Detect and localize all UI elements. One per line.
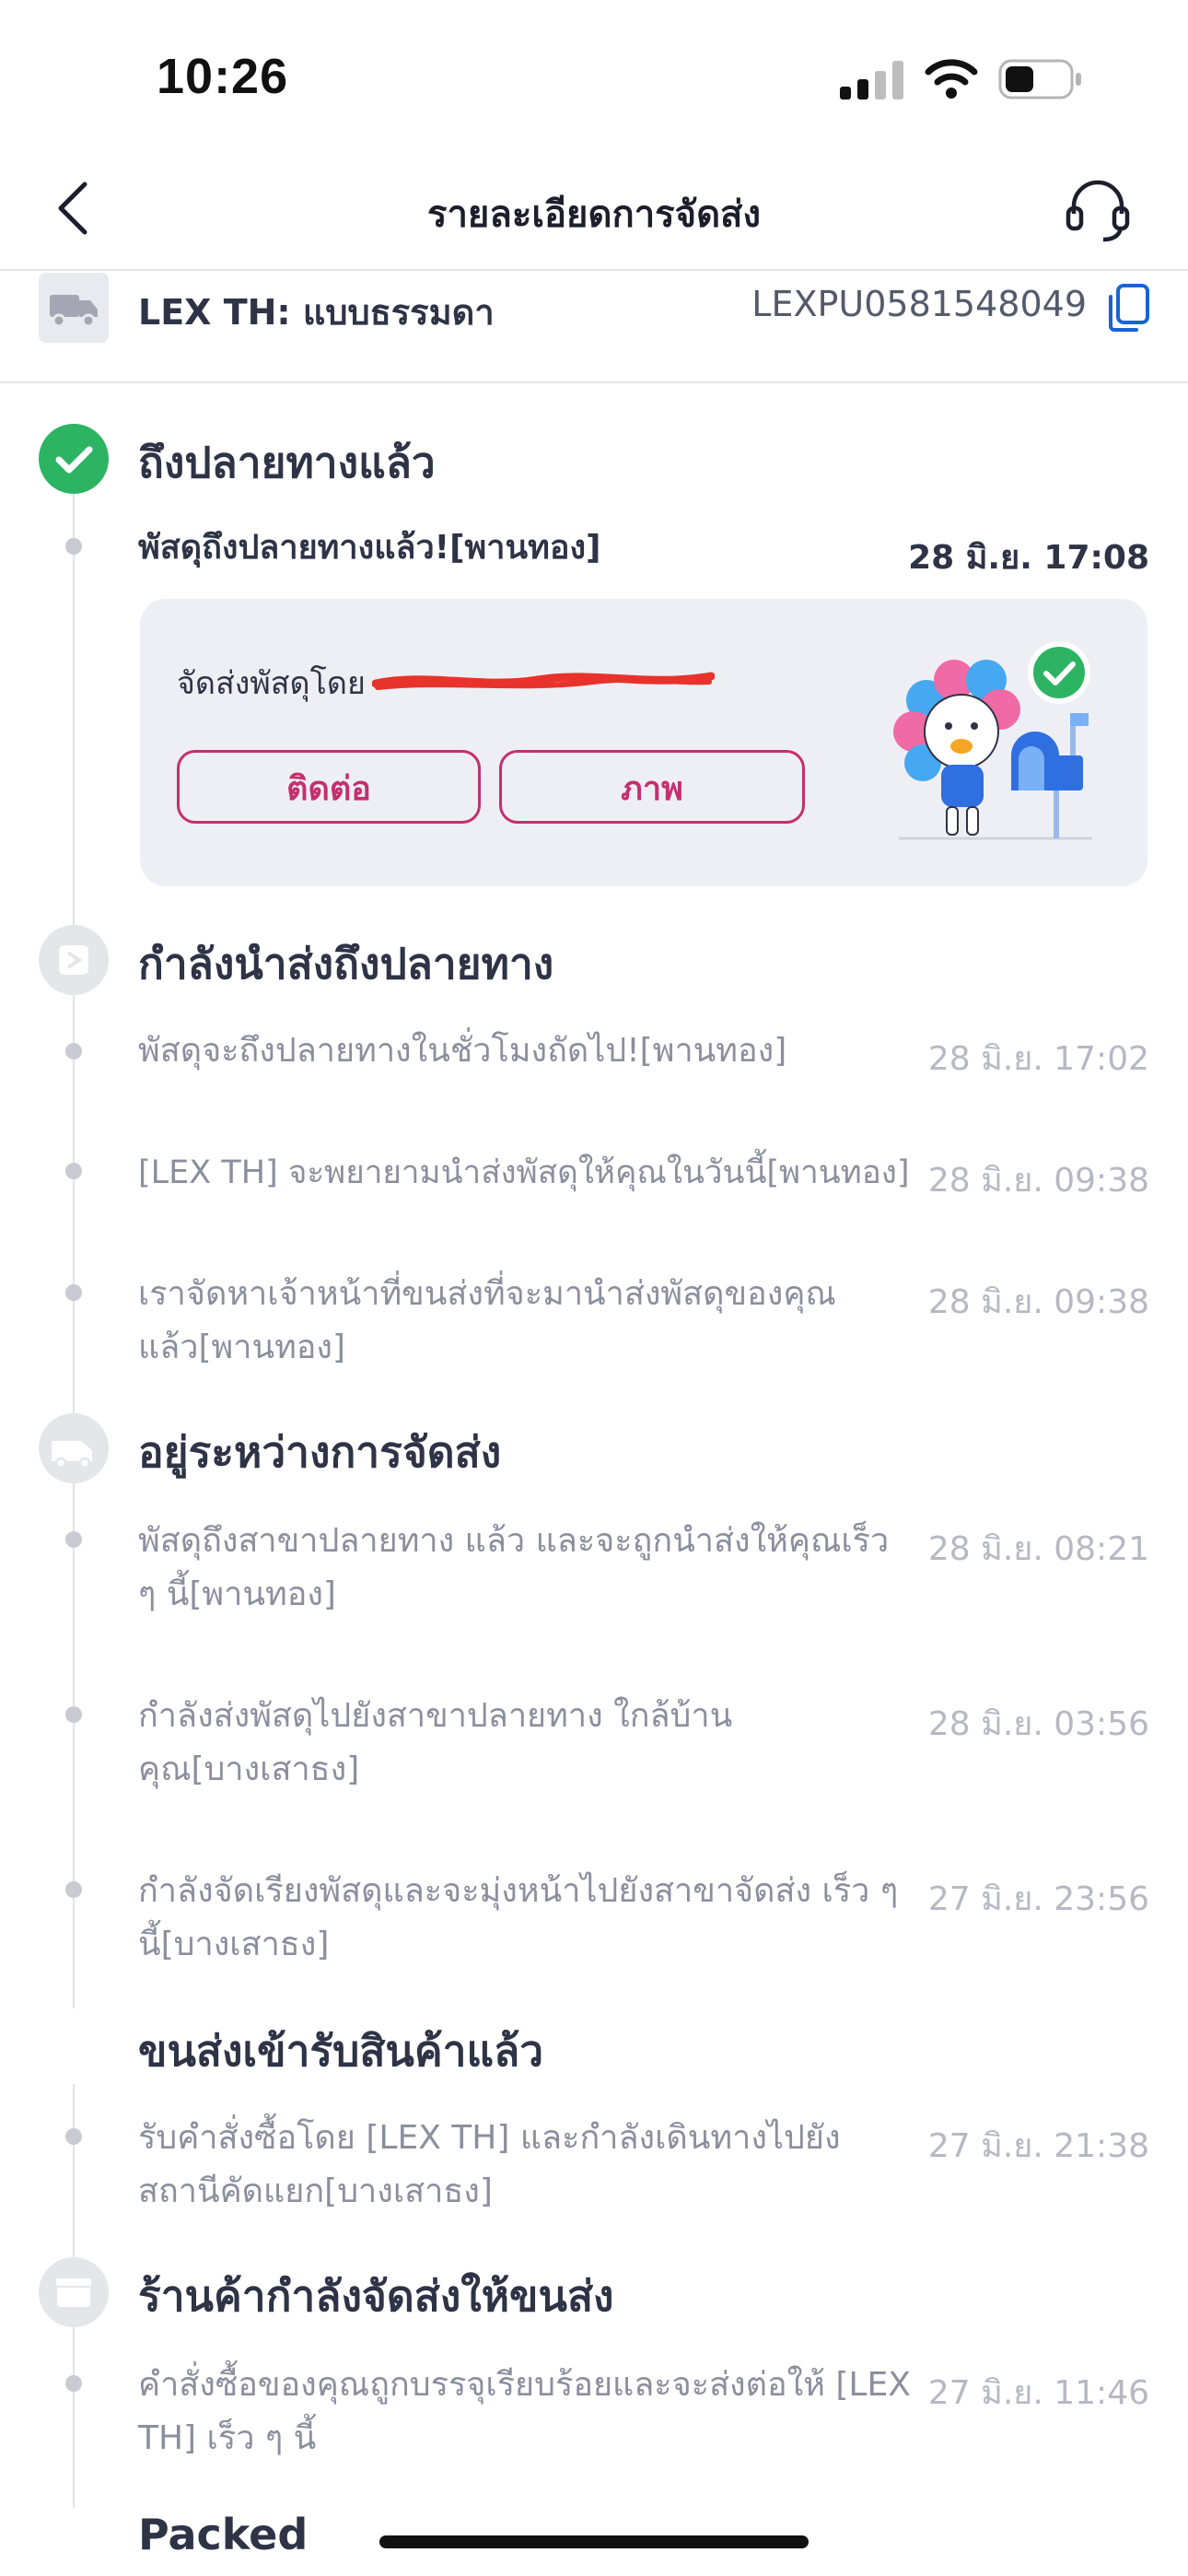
truck-icon [39, 273, 109, 343]
event-time: 28 มิ.ย. 09:38 [927, 1162, 1149, 1200]
event-text: เราจัดหาเจ้าหน้าที่ขนส่งที่จะมานำส่งพัสด… [138, 1275, 836, 1366]
timeline-dot [65, 2128, 82, 2145]
timeline-dot [65, 1284, 82, 1301]
timeline-line [73, 488, 75, 2008]
timeline-dot [65, 1531, 82, 1548]
section-title-out-for-delivery: กำลังนำส่งถึงปลายทาง [138, 939, 554, 989]
copy-icon[interactable] [1105, 282, 1151, 334]
event-text: รับคำสั่งซื้อโดย [LEX TH] และกำลังเดินทา… [138, 2119, 841, 2210]
event-text: กำลังจัดเรียงพัสดุและจะมุ่งหน้าไปยังสาขา… [138, 1872, 899, 1963]
signal-icon [840, 61, 903, 100]
timeline-dot [65, 1881, 82, 1898]
timeline-dot [65, 2375, 82, 2392]
contact-button[interactable]: ติดต่อ [177, 750, 481, 824]
battery-icon [998, 59, 1081, 100]
timeline-dot [65, 1163, 82, 1179]
event-time: 27 มิ.ย. 11:46 [927, 2374, 1149, 2412]
package-delivery-icon [39, 925, 109, 995]
event-time: 28 มิ.ย. 03:56 [927, 1705, 1149, 1743]
box-icon [39, 2257, 109, 2327]
timeline-dot [65, 1043, 82, 1060]
event-time: 27 มิ.ย. 23:56 [927, 1880, 1149, 1918]
carrier-name: LEX TH: แบบธรรมดา [138, 292, 495, 333]
event-text: กำลังส่งพัสดุไปยังสาขาปลายทาง ใกล้บ้านคุ… [138, 1697, 733, 1788]
van-icon [39, 1413, 109, 1483]
redaction-mark [372, 672, 715, 690]
section-title-seller-shipping: ร้านค้ากำลังจัดส่งให้ขนส่ง [138, 2271, 614, 2321]
event-text: พัสดุถึงสาขาปลายทาง แล้ว และจะถูกนำส่งให… [138, 1522, 890, 1613]
event-time: 28 มิ.ย. 17:02 [927, 1040, 1149, 1078]
section-title-delivered: ถึงปลายทางแล้ว [138, 438, 436, 487]
status-time: 10:26 [157, 49, 289, 104]
section-title-picked-up: ขนส่งเข้ารับสินค้าแล้ว [138, 2026, 544, 2076]
event-time: 28 มิ.ย. 17:08 [908, 539, 1149, 577]
section-title-in-transit: อยู่ระหว่างการจัดส่ง [138, 1427, 502, 1477]
section-title-packed: Packed [138, 2510, 309, 2559]
photo-button[interactable]: ภาพ [499, 750, 805, 824]
tracking-number: LEXPU0581548049 [751, 284, 1087, 324]
mascot-mailbox-illustration [893, 641, 1092, 840]
header-divider [0, 269, 1188, 271]
timeline-dot [65, 1706, 82, 1723]
headset-icon[interactable] [1061, 173, 1135, 247]
page-title: รายละเอียดการจัดส่ง [426, 193, 761, 236]
event-text: พัสดุถึงปลายทางแล้ว![พานทอง] [138, 529, 601, 567]
timeline-dot [65, 538, 82, 555]
carrier-divider [0, 381, 1188, 383]
delivered-by-label: จัดส่งพัสดุโดย [177, 665, 366, 702]
event-time: 28 มิ.ย. 08:21 [927, 1530, 1149, 1568]
event-text: คำสั่งซื้อของคุณถูกบรรจุเรียบร้อยและจะส่… [138, 2366, 911, 2457]
wifi-icon [925, 59, 978, 99]
event-time: 28 มิ.ย. 09:38 [927, 1283, 1149, 1321]
event-text: [LEX TH] จะพยายามนำส่งพัสดุให้คุณในวันนี… [138, 1154, 910, 1191]
check-circle-icon [39, 424, 109, 494]
event-time: 27 มิ.ย. 21:38 [927, 2127, 1149, 2165]
event-text: พัสดุจะถึงปลายทางในชั่วโมงถัดไป![พานทอง] [138, 1032, 787, 1070]
home-indicator[interactable] [379, 2535, 809, 2548]
